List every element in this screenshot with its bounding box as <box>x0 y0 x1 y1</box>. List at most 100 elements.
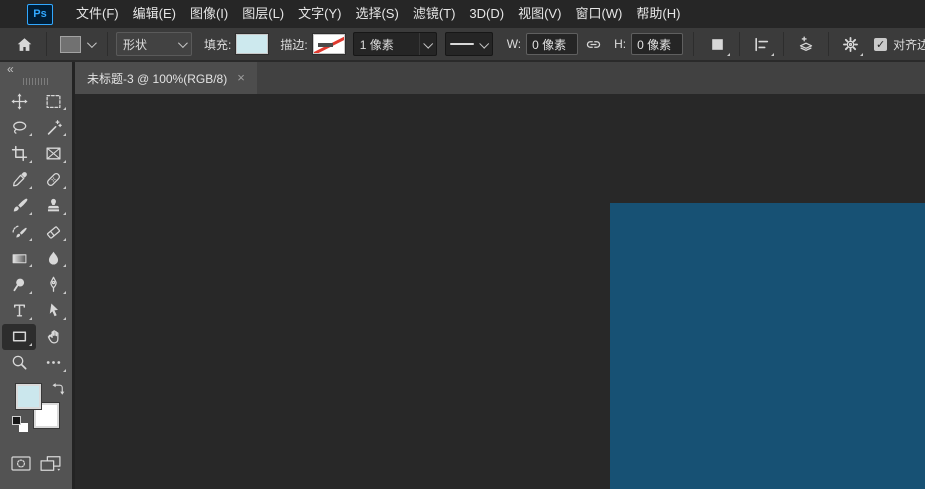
tool-preset-picker[interactable] <box>55 31 99 57</box>
stroke-style-select[interactable] <box>445 32 493 56</box>
swap-colors-icon[interactable] <box>51 382 66 397</box>
chevron-button <box>419 33 436 55</box>
menu-layer[interactable]: 图层(L) <box>235 0 291 28</box>
lasso-icon <box>11 119 28 136</box>
color-swatches <box>0 380 72 438</box>
stroke-color-swatch[interactable] <box>313 34 345 54</box>
tool-eraser[interactable] <box>36 219 70 245</box>
align-edges-label: 对齐边缘 <box>893 36 925 53</box>
drawn-rectangle-shape <box>610 203 925 489</box>
menu-select[interactable]: 选择(S) <box>348 0 405 28</box>
tool-spot-healing-brush[interactable] <box>36 167 70 193</box>
history-brush-icon <box>11 224 28 241</box>
align-edges-checkbox[interactable] <box>874 38 887 51</box>
stroke-width-value: 1 像素 <box>354 36 400 53</box>
tool-rectangular-marquee[interactable] <box>36 88 70 114</box>
ellipsis-icon <box>45 354 62 371</box>
arrange-layers-icon <box>797 36 815 53</box>
tool-zoom[interactable] <box>2 350 36 376</box>
chain-link-icon <box>585 36 602 53</box>
separator <box>107 32 108 56</box>
separator <box>783 32 784 56</box>
tool-history-brush[interactable] <box>2 219 36 245</box>
tool-move[interactable] <box>2 88 36 114</box>
default-foreground-square <box>12 416 21 425</box>
tool-gradient[interactable] <box>2 245 36 271</box>
collapse-panel-button[interactable]: « <box>7 62 14 76</box>
tools-grid <box>0 88 72 376</box>
selection-arrow-icon <box>45 302 62 319</box>
screen-mode-icon[interactable] <box>39 454 62 473</box>
eraser-icon <box>45 224 62 241</box>
gear-icon <box>842 36 859 53</box>
foreground-color-swatch[interactable] <box>16 384 41 409</box>
tool-pen[interactable] <box>36 271 70 297</box>
stroke-label: 描边: <box>280 36 307 53</box>
quick-mask-icon[interactable] <box>10 454 32 473</box>
menu-items: 文件(F) 编辑(E) 图像(I) 图层(L) 文字(Y) 选择(S) 滤镜(T… <box>69 0 687 28</box>
document-title: 未标题-3 @ 100%(RGB/8) <box>87 70 227 87</box>
fill-color-swatch[interactable] <box>236 34 268 54</box>
close-tab-icon[interactable]: × <box>237 72 245 84</box>
width-label: W: <box>507 37 521 51</box>
chevron-down-icon <box>423 38 433 48</box>
bandage-icon <box>45 171 62 188</box>
width-input[interactable]: 0 像素 <box>526 33 578 55</box>
menu-bar: Ps 文件(F) 编辑(E) 图像(I) 图层(L) 文字(Y) 选择(S) 滤… <box>0 0 925 29</box>
height-label: H: <box>614 37 626 51</box>
brush-icon <box>11 197 28 214</box>
additional-options-button[interactable] <box>837 31 864 57</box>
menu-help[interactable]: 帮助(H) <box>629 0 687 28</box>
separator <box>739 32 740 56</box>
panel-grip[interactable] <box>23 78 49 85</box>
tool-hand[interactable] <box>36 324 70 350</box>
tool-edit-toolbar[interactable] <box>36 350 70 376</box>
menu-file[interactable]: 文件(F) <box>69 0 126 28</box>
tool-dodge[interactable] <box>2 271 36 297</box>
tool-lasso[interactable] <box>2 114 36 140</box>
tool-clone-stamp[interactable] <box>36 193 70 219</box>
tool-quick-selection[interactable] <box>36 114 70 140</box>
document-tab[interactable]: 未标题-3 @ 100%(RGB/8) × <box>75 62 257 94</box>
separator <box>46 32 47 56</box>
panel-bottom-buttons <box>0 438 72 473</box>
frame-icon <box>45 145 62 162</box>
path-arrangement-button[interactable] <box>792 31 820 57</box>
menu-window[interactable]: 窗口(W) <box>568 0 629 28</box>
stamp-icon <box>45 197 62 214</box>
align-left-icon <box>753 36 770 53</box>
magic-wand-icon <box>45 119 62 136</box>
marquee-icon <box>45 93 62 110</box>
menu-type[interactable]: 文字(Y) <box>291 0 348 28</box>
rectangle-tool-preview-icon <box>60 36 81 53</box>
tool-options-bar: 形状 填充: 描边: 1 像素 W: 0 像素 H: 0 像素 <box>0 28 925 60</box>
tool-frame[interactable] <box>36 140 70 166</box>
home-icon <box>16 36 33 53</box>
tool-crop[interactable] <box>2 140 36 166</box>
path-alignment-button[interactable] <box>748 31 775 57</box>
tool-path-selection[interactable] <box>36 298 70 324</box>
stroke-width-select[interactable]: 1 像素 <box>353 32 437 56</box>
menu-image[interactable]: 图像(I) <box>183 0 235 28</box>
path-operations-button[interactable] <box>704 31 731 57</box>
menu-view[interactable]: 视图(V) <box>511 0 568 28</box>
chevron-down-icon <box>87 38 97 48</box>
chevron-down-icon <box>178 38 188 48</box>
canvas-area[interactable] <box>75 94 925 489</box>
stroke-dash-icon <box>318 43 333 47</box>
tool-rectangle[interactable] <box>2 324 36 350</box>
tool-blur[interactable] <box>36 245 70 271</box>
menu-3d[interactable]: 3D(D) <box>462 0 511 28</box>
height-input[interactable]: 0 像素 <box>631 33 683 55</box>
menu-filter[interactable]: 滤镜(T) <box>406 0 463 28</box>
menu-edit[interactable]: 编辑(E) <box>126 0 183 28</box>
chevron-down-icon <box>479 38 489 48</box>
tool-eyedropper[interactable] <box>2 167 36 193</box>
fill-label: 填充: <box>204 36 231 53</box>
link-dimensions-button[interactable] <box>580 31 607 57</box>
default-colors-icon[interactable] <box>12 416 28 432</box>
tool-brush[interactable] <box>2 193 36 219</box>
tool-mode-select[interactable]: 形状 <box>116 32 192 56</box>
tool-type[interactable] <box>2 298 36 324</box>
home-button[interactable] <box>11 31 38 57</box>
